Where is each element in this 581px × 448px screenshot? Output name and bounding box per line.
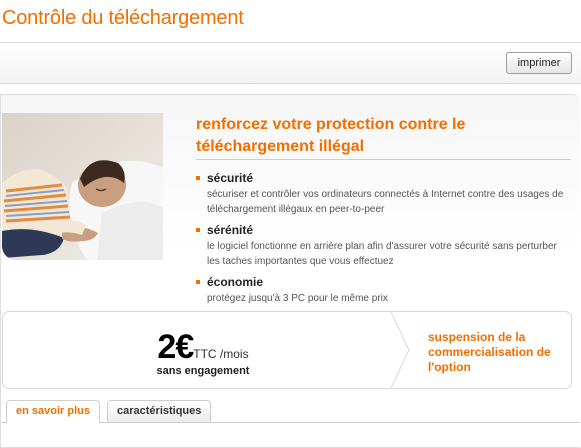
tab-en-savoir-plus[interactable]: en savoir plus [6, 400, 100, 423]
feature-description: le logiciel fonctionne en arrière plan a… [207, 241, 557, 267]
title-divider [196, 159, 571, 160]
offer-title: renforcez votre protection contre le tél… [196, 116, 466, 155]
sleeping-child-illustration [2, 113, 163, 260]
hero-image [2, 113, 163, 260]
price-amount: 2€ [157, 328, 194, 366]
tab-bar: en savoir plus caractéristiques [2, 400, 580, 423]
bullet-icon [196, 280, 200, 284]
page-title: Contrôle du téléchargement [2, 7, 244, 29]
tab-caracteristiques[interactable]: caractéristiques [107, 400, 212, 422]
price-line: 2€TTC /mois [3, 328, 403, 367]
engagement-label: sans engagement [156, 365, 250, 377]
print-button[interactable]: imprimer [506, 52, 572, 74]
feature-description: sécuriser et contrôler vos ordinateurs c… [207, 189, 564, 215]
bullet-icon [196, 228, 200, 232]
feature-title: sérénité [207, 223, 254, 237]
offer-panel: renforcez votre protection contre le tél… [0, 94, 580, 448]
price-box: 2€TTC /mois sans engagement suspension d… [2, 311, 572, 389]
feature-title: sécurité [207, 171, 254, 185]
feature-title: économie [207, 275, 264, 289]
toolbar: imprimer [0, 42, 581, 84]
feature-description: protégez jusqu'à 3 PC pour le même prix [207, 293, 388, 304]
suspension-notice: suspension de la commercialisation de l'… [428, 330, 551, 374]
bullet-icon [196, 176, 200, 180]
price-suffix: TTC /mois [193, 347, 249, 361]
